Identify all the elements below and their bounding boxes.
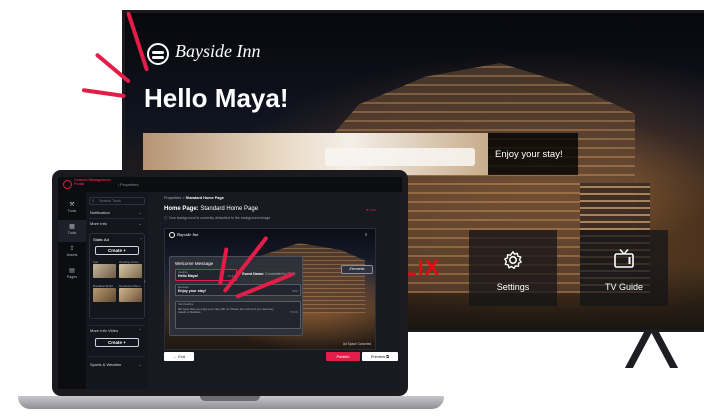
rail-label: Tools xyxy=(67,231,77,235)
rail-label: Pages xyxy=(66,275,78,279)
rail-item-tools-active[interactable]: ▦ Tools xyxy=(58,220,86,242)
section-static-ad[interactable]: Static Ad ⌃ xyxy=(93,237,143,242)
static-ad-section: Static Ad ⌃ Create + Spa Wedding Venue B… xyxy=(89,233,145,319)
search-placeholder: Search Tools xyxy=(99,199,121,203)
bed-image-detail xyxy=(325,148,475,166)
preview-logo-icon xyxy=(169,232,175,238)
upload-icon: ⇪ xyxy=(69,246,75,252)
heading-field[interactable]: Heading Hello Maya! 11/40 xyxy=(175,269,237,281)
live-status-badge: ● Live xyxy=(366,208,377,212)
breakfast-buffet-thumbnail[interactable] xyxy=(93,288,116,302)
rail-label: Tools xyxy=(67,209,77,213)
divider xyxy=(89,218,145,219)
create-video-button[interactable]: Create + xyxy=(95,338,139,347)
subheadline-label: Sub-headline xyxy=(178,303,194,306)
app-logo-text: Content Management Portal xyxy=(74,178,111,186)
tv-stand-right-leg xyxy=(649,330,679,368)
publish-button[interactable]: Publish xyxy=(326,352,360,361)
tools-icon: ⚒ xyxy=(69,202,75,208)
divider xyxy=(89,325,145,326)
editor-main: Properties > Standard Home Page Home Pag… xyxy=(148,192,402,389)
rail-item-tools[interactable]: ⚒ Tools xyxy=(58,198,86,220)
ad-space-status: Ad Space Canceled xyxy=(343,342,372,346)
wedding-venue-thumbnail[interactable] xyxy=(119,264,142,278)
rail-item-pages[interactable]: ▤ Pages xyxy=(58,264,86,286)
preview-button[interactable]: Preview ⧉ xyxy=(362,352,398,361)
guest-name-label: Guest Name: xyxy=(242,272,265,276)
grid-icon: ▦ xyxy=(69,224,75,230)
thumbnail-caption: Spa xyxy=(93,260,98,264)
app-logo-icon xyxy=(63,180,72,189)
thumbnail-caption: Breakfast Buffet xyxy=(93,284,113,288)
section-label: Sports & Weather xyxy=(90,362,122,367)
icon-rail: ⚒ Tools ▦ Tools ⇪ Assets ▤ Pages xyxy=(58,192,87,389)
section-more-info[interactable]: More Info ⌄ xyxy=(90,221,146,226)
banner-message: Enjoy your stay! xyxy=(495,149,563,160)
tv-preview-canvas[interactable]: Bayside Inn ≡ Elements Welcome Message H… xyxy=(164,228,376,350)
red-accent-stroke xyxy=(81,88,126,99)
chevron-down-icon: ⌄ xyxy=(138,210,142,215)
app-header-crumb[interactable]: / Properties xyxy=(118,182,138,187)
heading-value: Hello Maya! xyxy=(178,274,198,278)
preview-menu-icon[interactable]: ≡ xyxy=(365,232,367,237)
subheadline-value: We hope that you enjoy your stay with us… xyxy=(178,307,274,315)
message-char-count: 16/50 xyxy=(291,290,299,293)
section-label: More Info xyxy=(90,221,107,226)
tv-guide-label: TV Guide xyxy=(604,282,644,292)
bayside-logo-icon xyxy=(147,43,169,65)
exit-button[interactable]: ← Exit xyxy=(164,352,194,361)
tv-greeting: Hello Maya! xyxy=(144,83,289,113)
spa-thumbnail[interactable] xyxy=(93,264,116,278)
subheadline-char-count: 87/100 xyxy=(290,311,298,314)
thumbnail-caption: Restaurant Menu xyxy=(119,284,141,288)
tv-brand-name: Bayside Inn xyxy=(175,41,261,61)
settings-label: Settings xyxy=(496,282,530,292)
restaurant-menu-thumbnail[interactable] xyxy=(119,288,142,302)
message-value: Enjoy your stay! xyxy=(178,289,206,293)
chevron-up-icon: ⌃ xyxy=(138,328,142,333)
app-header: Content Management Portal / Properties xyxy=(58,177,402,193)
breadcrumb: Properties > Standard Home Page xyxy=(164,196,224,200)
tools-panel: ⌕ Search Tools Notification ⌄ More Info … xyxy=(86,192,149,389)
preview-brand: Bayside Inn xyxy=(177,232,199,237)
gear-icon xyxy=(504,251,522,269)
search-icon: ⌕ xyxy=(92,198,95,203)
tv-stand-left-leg xyxy=(624,330,654,368)
thumbnail-caption: Wedding Venue xyxy=(119,260,139,264)
settings-tile[interactable]: Settings xyxy=(469,230,557,306)
page-icon: ▤ xyxy=(69,268,75,274)
divider xyxy=(89,356,145,357)
background-info-note: ⓘ Your background is currently defaulted… xyxy=(164,216,271,220)
laptop-notch xyxy=(200,396,260,401)
section-label: Static Ad xyxy=(93,237,109,242)
create-static-ad-button[interactable]: Create + xyxy=(95,246,139,255)
section-sports-weather[interactable]: Sports & Weather ⌄ xyxy=(90,362,146,367)
section-notification[interactable]: Notification ⌄ xyxy=(90,210,146,215)
tv-icon xyxy=(614,249,634,268)
welcome-card-title: Welcome Message xyxy=(175,261,214,266)
page-title: Home Page: Standard Home Page xyxy=(164,206,258,212)
section-label: More Info Video xyxy=(90,328,119,333)
search-input[interactable]: ⌕ Search Tools xyxy=(89,197,145,205)
section-more-info-video[interactable]: More Info Video ⌃ xyxy=(90,328,146,333)
chevron-up-icon: ⌃ xyxy=(139,237,143,242)
rail-item-assets[interactable]: ⇪ Assets xyxy=(58,242,86,264)
netflix-tile-label[interactable]: LIX xyxy=(403,255,440,281)
elements-button[interactable]: Elements xyxy=(341,265,373,274)
breadcrumb-current: Standard Home Page xyxy=(185,196,224,200)
page-title-name: Standard Home Page xyxy=(200,206,259,212)
breadcrumb-parent[interactable]: Properties xyxy=(164,196,181,200)
subheadline-field[interactable]: Sub-headline We hope that you enjoy your… xyxy=(175,301,301,329)
rail-label: Assets xyxy=(66,253,78,257)
section-label: Notification xyxy=(90,210,110,215)
chevron-down-icon: ⌄ xyxy=(138,221,142,226)
tv-guide-tile[interactable]: TV Guide xyxy=(580,230,668,306)
page-title-prefix: Home Page: xyxy=(164,206,199,212)
chevron-down-icon: ⌄ xyxy=(138,362,142,367)
